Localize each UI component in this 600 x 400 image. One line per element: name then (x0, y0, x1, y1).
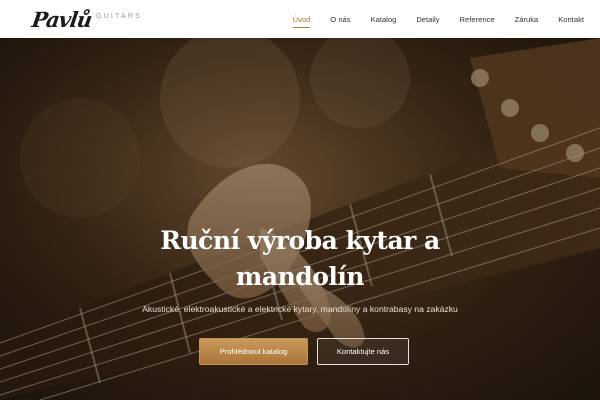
nav-item-kontakt[interactable]: Kontakt (558, 0, 584, 38)
nav-item-uvod[interactable]: Úvod (292, 0, 310, 38)
nav-item-detaily[interactable]: Detaily (416, 0, 439, 38)
brand-logo[interactable]: Pavlů (30, 4, 93, 34)
logo-wordmark[interactable]: Pavlů (30, 6, 93, 34)
hero-title: Ruční výroba kytar a mandolín (0, 223, 600, 295)
contact-us-button[interactable]: Kontaktujte nás (317, 338, 409, 365)
nav-item-zaruka[interactable]: Záruka (515, 0, 539, 38)
hero-title-line1: Ruční výroba kytar a (160, 226, 440, 255)
hero-subtitle: Akustické, elektroakustické a elektrické… (142, 304, 458, 314)
browse-catalog-button[interactable]: Prohlédnout katalog (199, 338, 308, 365)
nav-item-reference[interactable]: Reference (460, 0, 495, 38)
main-nav: Úvod O nás Katalog Detaily Reference Zár… (273, 0, 584, 38)
hero-title-line2: mandolín (235, 262, 365, 291)
nav-item-katalog[interactable]: Katalog (371, 0, 397, 38)
logo-tagline: GUITARS (96, 13, 142, 20)
nav-item-o-nas[interactable]: O nás (330, 0, 350, 38)
site-header: Pavlů GUITARS Úvod O nás Katalog Detaily… (0, 0, 600, 38)
hero-section: Ruční výroba kytar a mandolín Akustické,… (0, 38, 600, 400)
